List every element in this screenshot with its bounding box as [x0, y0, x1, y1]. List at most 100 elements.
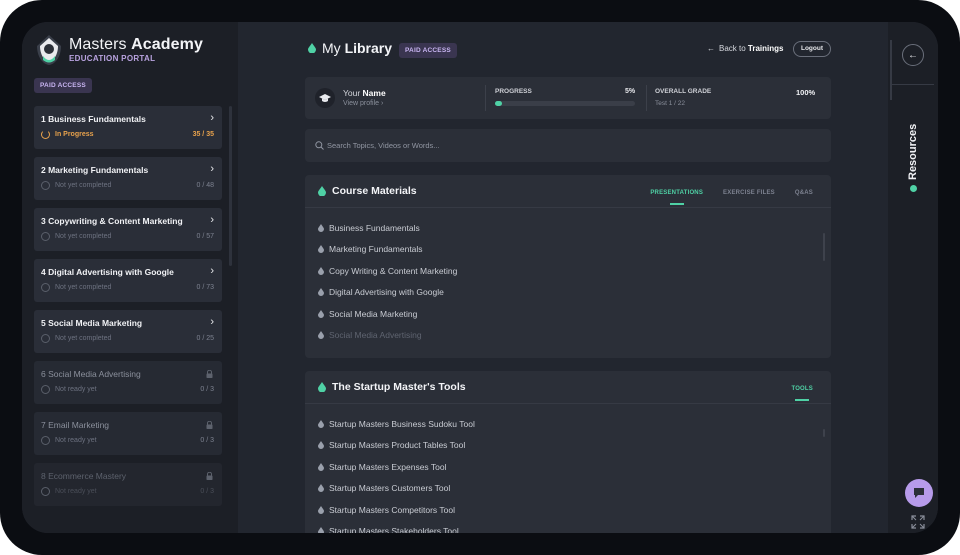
course-title: 2 Marketing Fundamentals [41, 165, 149, 175]
section-title: Course Materials [332, 185, 417, 197]
tool-item[interactable]: Startup Masters Business Sudoku Tool [318, 413, 475, 435]
drop-icon [318, 441, 324, 450]
status-ring-icon [41, 436, 50, 445]
tools-scrollbar[interactable] [823, 429, 825, 437]
search-bar [305, 129, 831, 162]
divider [305, 207, 831, 208]
tool-item[interactable]: Startup Masters Customers Tool [318, 478, 475, 500]
course-card[interactable]: 7 Email Marketing Not ready yet 0 / 3 [34, 412, 222, 455]
material-item[interactable]: Business Fundamentals [318, 217, 457, 239]
material-item[interactable]: Social Media Advertising [318, 325, 457, 347]
status-ring-icon [41, 283, 50, 292]
drop-icon [318, 527, 324, 533]
tool-item[interactable]: Startup Masters Expenses Tool [318, 456, 475, 478]
status-ring-icon [41, 181, 50, 190]
user-name: Your Name [343, 88, 386, 98]
materials-scrollbar[interactable] [823, 233, 825, 261]
section-title: The Startup Master's Tools [332, 381, 466, 393]
material-item[interactable]: Digital Advertising with Google [318, 282, 457, 304]
drop-icon [318, 186, 326, 196]
paid-access-badge: PAID ACCESS [34, 78, 92, 93]
academy-logo-icon [37, 35, 61, 65]
drop-icon [318, 505, 324, 514]
view-profile-link[interactable]: View profile › [343, 100, 383, 107]
course-card[interactable]: 4 Digital Advertising with Google › Not … [34, 259, 222, 302]
main-scrollbar[interactable] [890, 40, 892, 100]
course-lesson-count: 0 / 3 [200, 437, 214, 444]
status-ring-icon [41, 232, 50, 241]
status-ring-icon [41, 334, 50, 343]
materials-list: Business Fundamentals Marketing Fundament… [318, 217, 457, 346]
tool-item[interactable]: Startup Masters Product Tables Tool [318, 435, 475, 457]
search-input[interactable] [327, 138, 817, 153]
course-card[interactable]: 2 Marketing Fundamentals › Not yet compl… [34, 157, 222, 200]
material-item[interactable]: Social Media Marketing [318, 303, 457, 325]
tool-item[interactable]: Startup Masters Stakeholders Tool [318, 521, 475, 533]
material-item[interactable]: Copy Writing & Content Marketing [318, 260, 457, 282]
chevron-right-icon: › [210, 214, 214, 226]
arrow-left-icon: ← [908, 49, 918, 61]
collapse-rail-button[interactable]: ← [902, 44, 924, 66]
chevron-right-icon: › [381, 100, 384, 107]
tab-qas[interactable]: Q&AS [795, 190, 813, 196]
course-card[interactable]: 5 Social Media Marketing › Not yet compl… [34, 310, 222, 353]
tab-presentations[interactable]: PRESENTATIONS [650, 190, 703, 196]
graduation-cap-icon [319, 94, 331, 102]
search-icon [315, 141, 324, 150]
course-card[interactable]: 8 Ecommerce Mastery Not ready yet 0 / 3 [34, 463, 222, 506]
profile-progress-panel: Your Name View profile › PROGRESS 5% OVE… [305, 77, 831, 119]
app-screen: Masters Academy EDUCATION PORTAL PAID AC… [22, 22, 938, 533]
tab-exercise-files[interactable]: EXERCISE FILES [723, 190, 775, 196]
chat-bubble-icon [914, 488, 924, 498]
tools-tabs: TOOLS [791, 386, 813, 392]
section-header: Course Materials [318, 185, 417, 197]
tool-item[interactable]: Startup Masters Competitors Tool [318, 499, 475, 521]
divider [646, 85, 647, 111]
course-status: Not yet completed [41, 334, 111, 343]
grade-label: OVERALL GRADE [655, 88, 712, 95]
status-dot-icon [909, 185, 917, 192]
progress-label: PROGRESS [495, 88, 532, 95]
status-ring-icon [41, 487, 50, 496]
materials-tabs: PRESENTATIONS EXERCISE FILES Q&AS [650, 190, 813, 196]
course-title: 3 Copywriting & Content Marketing [41, 216, 183, 226]
drop-icon [318, 288, 324, 297]
material-item[interactable]: Marketing Fundamentals [318, 239, 457, 261]
divider [305, 403, 831, 404]
drop-icon [318, 223, 324, 232]
lock-icon [206, 421, 213, 429]
drop-icon [318, 484, 324, 493]
page-paid-access-badge: PAID ACCESS [399, 43, 457, 58]
drop-icon [318, 331, 324, 340]
course-lesson-count: 0 / 57 [196, 233, 214, 240]
avatar[interactable] [315, 88, 335, 108]
course-title: 1 Business Fundamentals [41, 114, 146, 124]
logout-button[interactable]: Logout [793, 41, 831, 57]
brand-title: Masters Academy [69, 36, 204, 53]
course-lesson-count: 35 / 35 [192, 131, 214, 138]
course-lesson-count: 0 / 48 [196, 182, 214, 189]
resources-tab[interactable]: Resources [907, 124, 919, 192]
course-title: 4 Digital Advertising with Google [41, 267, 174, 277]
status-ring-icon [41, 385, 50, 394]
chat-button[interactable] [905, 479, 933, 507]
chevron-right-icon: › [210, 112, 214, 124]
drop-icon [318, 245, 324, 254]
course-status: In Progress [41, 130, 94, 139]
course-card[interactable]: 3 Copywriting & Content Marketing › Not … [34, 208, 222, 251]
expand-icon[interactable] [911, 515, 925, 529]
drop-icon [318, 419, 324, 428]
grade-value: 100% [796, 88, 816, 97]
sidebar-scrollbar[interactable] [229, 106, 232, 266]
course-title: 6 Social Media Advertising [41, 369, 141, 379]
course-lesson-count: 0 / 3 [200, 386, 214, 393]
course-card[interactable]: 1 Business Fundamentals › In Progress 35… [34, 106, 222, 149]
course-status: Not yet completed [41, 232, 111, 241]
course-list: 1 Business Fundamentals › In Progress 35… [34, 106, 222, 514]
drop-icon [318, 382, 326, 392]
tab-tools[interactable]: TOOLS [791, 386, 813, 392]
grade-test-count: Test 1 / 22 [655, 100, 685, 107]
progress-bar [495, 101, 635, 106]
course-card[interactable]: 6 Social Media Advertising Not ready yet… [34, 361, 222, 404]
back-to-trainings-link[interactable]: ← Back to Trainings [707, 44, 783, 53]
